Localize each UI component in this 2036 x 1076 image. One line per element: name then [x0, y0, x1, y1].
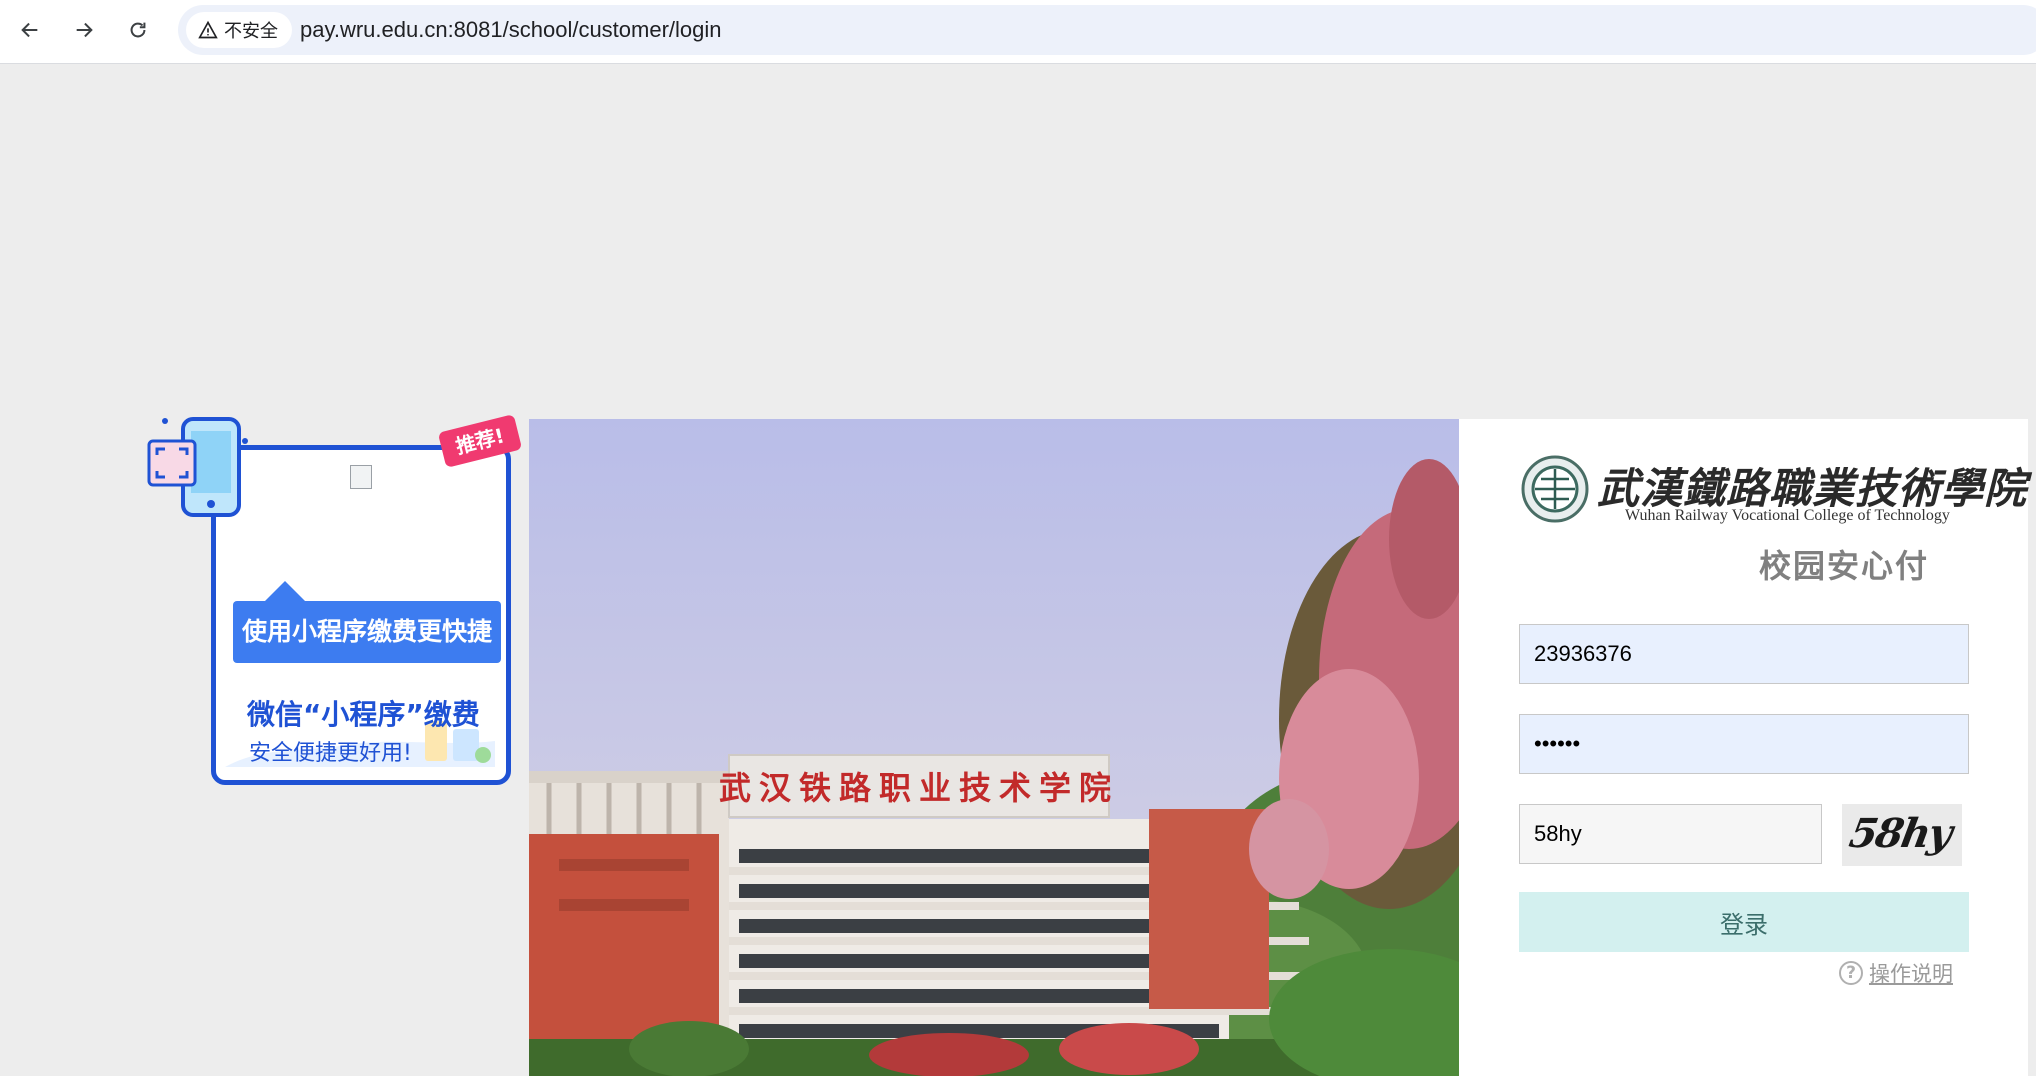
username-input[interactable] — [1519, 624, 1969, 684]
login-panel: 武漢鐵路職業技術學院 Wuhan Railway Vocational Coll… — [1459, 419, 2028, 1076]
back-button[interactable] — [10, 10, 50, 50]
promo-title: 微信“小程序”缴费 — [247, 698, 480, 731]
phone-scan-icon — [147, 417, 248, 517]
forward-button[interactable] — [64, 10, 104, 50]
reload-icon — [130, 22, 146, 38]
promo-bubble: 使用小程序缴费更快捷 — [233, 601, 501, 663]
forward-arrow-icon — [76, 22, 93, 38]
school-logo: 武漢鐵路職業技術學院 Wuhan Railway Vocational Coll… — [1521, 455, 2026, 605]
security-indicator[interactable]: 不安全 — [186, 12, 292, 48]
promo-subtitle: 安全便捷更好用! — [249, 741, 412, 766]
reload-button[interactable] — [118, 10, 158, 50]
campus-building-image: 武汉铁路职业技术学院 — [529, 419, 1459, 1076]
school-emblem-icon — [1521, 455, 1589, 523]
help-label: 操作说明 — [1869, 962, 1953, 986]
help-link[interactable]: ? 操作说明 — [1839, 958, 1953, 988]
broken-image-icon — [350, 465, 372, 489]
login-button[interactable]: 登录 — [1519, 892, 1969, 952]
browser-toolbar: 不安全 pay.wru.edu.cn:8081/school/customer/… — [0, 0, 2036, 64]
captcha-input[interactable] — [1519, 804, 1822, 864]
school-name-en: Wuhan Railway Vocational College of Tech… — [1625, 507, 1950, 524]
security-label: 不安全 — [224, 21, 278, 42]
captcha-image-text: 58hy — [1845, 810, 1955, 857]
url-text[interactable]: pay.wru.edu.cn:8081/school/customer/logi… — [300, 5, 722, 55]
password-input[interactable] — [1519, 714, 1969, 774]
building-sign: 武汉铁路职业技术学院 — [719, 769, 1119, 807]
bubble-arrow — [265, 581, 305, 601]
mini-program-promo[interactable]: 推荐! 使用小程序缴费更快捷 微信“小程序”缴费 安全便捷更好用! — [145, 414, 523, 790]
campus-photo: 武汉铁路职业技术学院 — [529, 419, 1459, 1076]
warning-icon — [198, 20, 218, 39]
back-arrow-icon — [21, 22, 38, 38]
service-slogan: 校园安心付 — [1759, 547, 1930, 585]
question-icon: ? — [1839, 961, 1863, 985]
address-bar[interactable]: 不安全 pay.wru.edu.cn:8081/school/customer/… — [178, 5, 2036, 55]
captcha-image[interactable]: 58hy — [1842, 804, 1962, 866]
